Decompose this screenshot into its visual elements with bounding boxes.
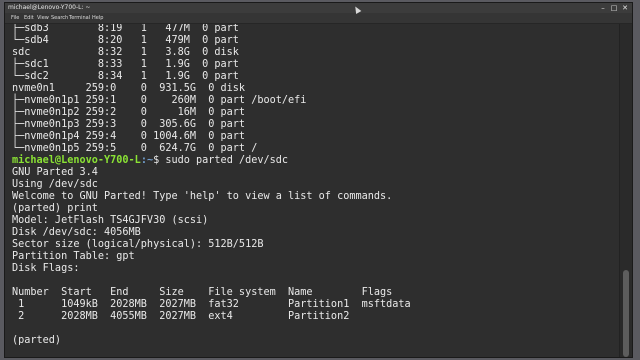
prompt-command: $ sudo parted /dev/sdc [153, 155, 289, 166]
partition-table-header: Number Start End Size File system Name F… [12, 287, 393, 298]
terminal-line: ├─nvme0n1p4 259:4 0 1004.6M 0 part [12, 131, 246, 142]
parted-prompt[interactable]: (parted) [12, 335, 61, 347]
terminal-line: ├─sdc1 8:33 1 1.9G 0 part [12, 59, 239, 70]
terminal-line: Partition Table: gpt [12, 251, 135, 262]
terminal-line: └─nvme0n1p5 259:5 0 624.7G 0 part / [12, 143, 258, 154]
menu-bar: File Edit View Search Terminal Help [5, 13, 632, 24]
terminal-output[interactable]: ├─sdb3 8:19 1 477M 0 part └─sdb4 8:20 1 … [5, 24, 620, 357]
terminal-line: ├─nvme0n1p1 259:1 0 260M 0 part /boot/ef… [12, 95, 307, 106]
maximize-icon[interactable]: □ [609, 3, 619, 13]
terminal-line: Model: JetFlash TS4GJFV30 (scsi) [12, 215, 209, 226]
menu-terminal[interactable]: Terminal [69, 13, 90, 23]
scrollbar[interactable] [619, 24, 632, 357]
terminal-line: Using /dev/sdc [12, 179, 98, 190]
prompt-line: michael@Lenovo-Y700-L:~$ sudo parted /de… [12, 155, 288, 167]
terminal-line: nvme0n1 259:0 0 931.5G 0 disk [12, 83, 246, 94]
terminal-line: GNU Parted 3.4 [12, 167, 98, 178]
terminal-line: Disk Flags: [12, 263, 80, 274]
minimize-icon[interactable]: – [598, 3, 608, 13]
menu-help[interactable]: Help [92, 13, 103, 23]
prompt-path: :~ [140, 155, 154, 166]
terminal-line: sdc 8:32 1 3.8G 0 disk [12, 47, 239, 58]
menu-view[interactable]: View [37, 13, 49, 23]
close-icon[interactable]: ✕ [620, 3, 630, 13]
scrollbar-thumb[interactable] [623, 270, 629, 357]
terminal-window: michael@Lenovo-Y700-L: ~ – □ ✕ File Edit… [4, 2, 633, 358]
window-title: michael@Lenovo-Y700-L: ~ [8, 4, 91, 11]
terminal-line: Welcome to GNU Parted! Type 'help' to vi… [12, 191, 393, 202]
menu-file[interactable]: File [11, 13, 19, 23]
terminal-line: ├─nvme0n1p3 259:3 0 305.6G 0 part [12, 119, 246, 130]
title-bar[interactable]: michael@Lenovo-Y700-L: ~ – □ ✕ [5, 3, 632, 13]
menu-search[interactable]: Search [51, 13, 68, 23]
terminal-line: Sector size (logical/physical): 512B/512… [12, 239, 264, 250]
terminal-line: ├─nvme0n1p2 259:2 0 16M 0 part [12, 107, 246, 118]
terminal-line: └─sdb4 8:20 1 479M 0 part [12, 35, 239, 46]
partition-row: 1 1049kB 2028MB 2027MB fat32 Partition1 … [12, 299, 411, 310]
terminal-line: ├─sdb3 8:19 1 477M 0 part [12, 24, 239, 34]
terminal-line: Disk /dev/sdc: 4056MB [12, 227, 141, 238]
partition-row: 2 2028MB 4055MB 2027MB ext4 Partition2 [12, 311, 350, 322]
terminal-line: (parted) print [12, 203, 98, 214]
menu-edit[interactable]: Edit [24, 13, 34, 23]
prompt-user-host: michael@Lenovo-Y700-L [12, 155, 141, 166]
terminal-line: └─sdc2 8:34 1 1.9G 0 part [12, 71, 239, 82]
